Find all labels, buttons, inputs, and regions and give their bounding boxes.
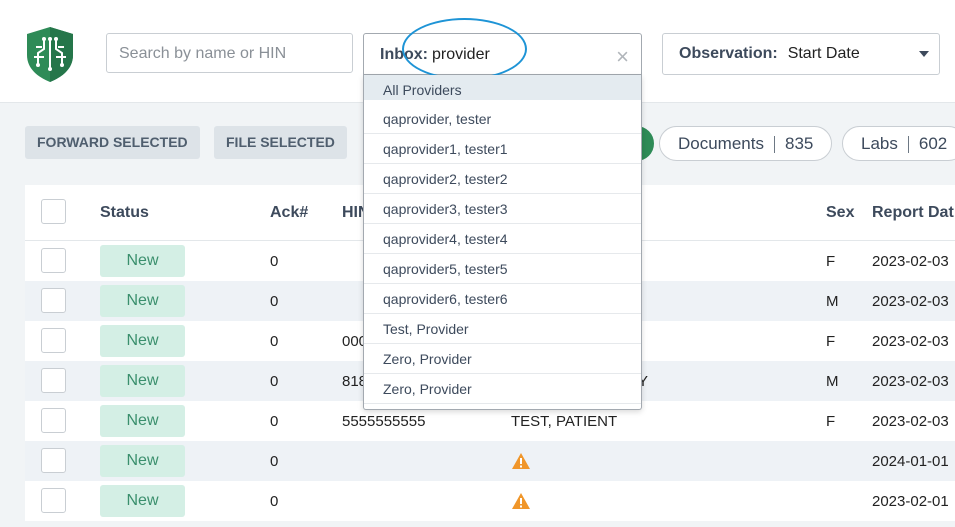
- dropdown-option-all-providers[interactable]: All Providers: [364, 75, 641, 104]
- row-checkbox[interactable]: [41, 248, 66, 273]
- dropdown-option[interactable]: qaprovider1, tester1: [364, 134, 641, 164]
- sex-value: M: [826, 372, 839, 390]
- sex-value: M: [826, 292, 839, 310]
- tab-labs[interactable]: Labs 602: [842, 126, 955, 161]
- column-ack[interactable]: Ack#: [270, 185, 308, 240]
- ack-value: 0: [270, 292, 279, 310]
- warning-icon: [512, 493, 530, 509]
- row-checkbox[interactable]: [41, 408, 66, 433]
- ack-value: 0: [270, 332, 279, 350]
- circuit-shield-logo-icon: [27, 27, 73, 82]
- tab-labs-label: Labs: [861, 134, 898, 153]
- search-placeholder: Search by name or HIN: [119, 45, 287, 62]
- ack-value: 0: [270, 252, 279, 270]
- sex-value: F: [826, 412, 836, 430]
- status-badge: New: [100, 485, 185, 517]
- row-checkbox[interactable]: [41, 368, 66, 393]
- warning-cell: [511, 441, 531, 481]
- report-date: 2023-02-03: [872, 412, 949, 430]
- report-date: 2023-02-03: [872, 292, 949, 310]
- dropdown-option[interactable]: Test, Provider: [364, 314, 641, 344]
- warning-cell: [511, 481, 531, 521]
- observation-value: Start Date: [787, 45, 860, 62]
- tab-documents-label: Documents: [678, 134, 764, 153]
- file-selected-button[interactable]: FILE SELECTED: [214, 126, 347, 159]
- dropdown-option[interactable]: qaprovider, tester: [364, 104, 641, 134]
- report-date: 2023-02-03: [872, 332, 949, 350]
- row-checkbox[interactable]: [41, 328, 66, 353]
- dropdown-option[interactable]: qaprovider6, tester6: [364, 284, 641, 314]
- dropdown-option[interactable]: qaprovider2, tester2: [364, 164, 641, 194]
- column-report-date[interactable]: Report Dat: [872, 185, 954, 240]
- warning-icon: [512, 453, 530, 469]
- inbox-search-value[interactable]: provider: [432, 46, 490, 63]
- sex-value: F: [826, 252, 836, 270]
- search-input[interactable]: Search by name or HIN: [106, 33, 353, 73]
- row-checkbox[interactable]: [41, 288, 66, 313]
- status-badge: New: [100, 245, 185, 277]
- column-status[interactable]: Status: [100, 185, 149, 240]
- inbox-select[interactable]: Inbox: provider ×: [363, 33, 642, 75]
- ack-value: 0: [270, 492, 279, 510]
- status-badge: New: [100, 405, 185, 437]
- row-checkbox[interactable]: [41, 448, 66, 473]
- tab-documents-count: 835: [784, 134, 814, 153]
- status-badge: New: [100, 285, 185, 317]
- select-all-checkbox[interactable]: [41, 199, 66, 224]
- report-date: 2023-02-01: [872, 492, 949, 510]
- observation-select[interactable]: Observation: Start Date: [662, 33, 940, 75]
- report-date: 2024-01-01: [872, 452, 949, 470]
- dropdown-option[interactable]: qaprovider4, tester4: [364, 224, 641, 254]
- tab-documents[interactable]: Documents 835: [659, 126, 833, 161]
- status-badge: New: [100, 445, 185, 477]
- tab-labs-count: 602: [918, 134, 948, 153]
- dropdown-option[interactable]: Zero, Provider: [364, 344, 641, 374]
- table-row[interactable]: New 0 2024-01-01: [25, 441, 955, 481]
- close-icon[interactable]: ×: [616, 44, 629, 70]
- ack-value: 0: [270, 372, 279, 390]
- dropdown-option[interactable]: qaprovider5, tester5: [364, 254, 641, 284]
- column-sex[interactable]: Sex: [826, 185, 854, 240]
- ack-value: 0: [270, 452, 279, 470]
- observation-label: Observation:: [679, 45, 778, 62]
- dropdown-option[interactable]: qaprovider3, tester3: [364, 194, 641, 224]
- table-row[interactable]: New 0 2023-02-01: [25, 481, 955, 521]
- chevron-down-icon[interactable]: [919, 51, 929, 57]
- sex-value: F: [826, 332, 836, 350]
- inbox-label: Inbox:: [380, 46, 428, 63]
- report-date: 2023-02-03: [872, 252, 949, 270]
- ack-value: 0: [270, 412, 279, 430]
- forward-selected-button[interactable]: FORWARD SELECTED: [25, 126, 200, 159]
- row-checkbox[interactable]: [41, 488, 66, 513]
- provider-dropdown[interactable]: All Providers qaprovider, tester qaprovi…: [363, 75, 642, 410]
- status-badge: New: [100, 365, 185, 397]
- status-badge: New: [100, 325, 185, 357]
- dropdown-option[interactable]: Zero, Provider: [364, 374, 641, 404]
- report-date: 2023-02-03: [872, 372, 949, 390]
